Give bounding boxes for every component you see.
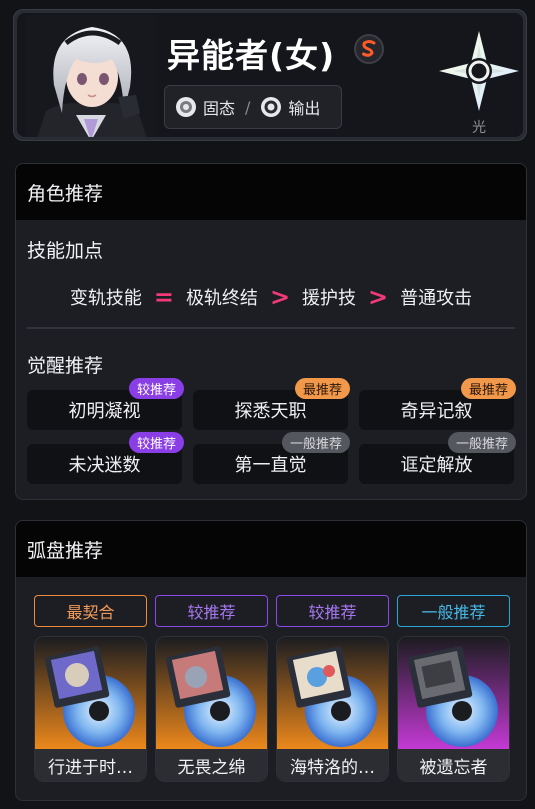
character-header-card: 异能者(女) 固态 / 输出 光 bbox=[13, 9, 527, 141]
disc-name: 海特洛的… bbox=[277, 749, 388, 781]
disc-tier-label: 较推荐 bbox=[155, 595, 268, 627]
character-portrait bbox=[26, 15, 156, 137]
disc-name: 被遗忘者 bbox=[398, 749, 509, 781]
disc-name: 行进于时… bbox=[35, 749, 146, 781]
tag-element-label: 固态 bbox=[203, 99, 236, 118]
skill-item: 极轨终结 bbox=[185, 288, 258, 309]
disc-recommendation-title: 弧盘推荐 bbox=[16, 521, 526, 577]
character-recommendation-panel: 角色推荐 技能加点 变轨技能 = 极轨终结 > 援护技 > 普通攻击 觉醒推荐 … bbox=[15, 163, 527, 500]
awakening-item-label: 初明凝视 bbox=[68, 401, 141, 422]
section-divider bbox=[27, 327, 515, 329]
disc-image bbox=[277, 637, 388, 751]
greater-operator: > bbox=[269, 283, 291, 311]
disc-tier-label: 较推荐 bbox=[276, 595, 389, 627]
recommend-badge: 一般推荐 bbox=[281, 432, 350, 453]
awakening-title: 觉醒推荐 bbox=[27, 355, 104, 377]
attribute-label: 光 bbox=[472, 120, 486, 136]
disc-recommendation-panel: 弧盘推荐 最契合 较推荐 较推荐 一般推荐 行进于时… 无畏之绵 海特洛的… 被… bbox=[15, 520, 527, 801]
attribute-block: 光 bbox=[437, 29, 521, 136]
equal-operator: = bbox=[153, 283, 174, 311]
awakening-item-label: 未决迷数 bbox=[68, 455, 141, 476]
disc-image bbox=[398, 637, 509, 751]
disc-card[interactable]: 被遗忘者 bbox=[397, 636, 510, 782]
disc-tier-label: 一般推荐 bbox=[397, 595, 510, 627]
recommend-badge: 较推荐 bbox=[128, 378, 184, 399]
skills-title: 技能加点 bbox=[27, 240, 104, 262]
recommend-badge: 最推荐 bbox=[460, 378, 516, 399]
disc-card[interactable]: 行进于时… bbox=[34, 636, 147, 782]
disc-image bbox=[35, 637, 146, 751]
awakening-item[interactable]: 未决迷数 较推荐 bbox=[27, 432, 184, 484]
recommend-badge: 一般推荐 bbox=[447, 432, 516, 453]
awakening-item[interactable]: 第一直觉 一般推荐 bbox=[193, 432, 350, 484]
s-rank-icon bbox=[354, 34, 384, 64]
gear-icon bbox=[176, 97, 196, 117]
awakening-item[interactable]: 诓定解放 一般推荐 bbox=[359, 432, 516, 484]
awakening-item[interactable]: 初明凝视 较推荐 bbox=[27, 378, 184, 430]
awakening-item-label: 第一直觉 bbox=[234, 455, 307, 476]
awakening-item-label: 探悉天职 bbox=[234, 401, 307, 422]
awakening-item[interactable]: 奇异记叙 最推荐 bbox=[359, 378, 516, 430]
ring-icon bbox=[261, 97, 282, 117]
tag-role: 输出 bbox=[260, 95, 320, 119]
greater-operator: > bbox=[368, 283, 389, 311]
character-recommendation-title: 角色推荐 bbox=[16, 164, 526, 220]
tag-role-label: 输出 bbox=[288, 99, 321, 118]
recommend-badge: 较推荐 bbox=[128, 432, 184, 453]
tag-separator: / bbox=[245, 97, 251, 117]
skill-priority-row: 变轨技能 = 极轨终结 > 援护技 > 普通攻击 bbox=[16, 282, 526, 312]
awakening-item-label: 奇异记叙 bbox=[400, 401, 473, 422]
star-compass-icon bbox=[439, 31, 519, 111]
disc-image bbox=[156, 637, 267, 751]
awakening-item-label: 诓定解放 bbox=[400, 455, 473, 476]
skill-item: 援护技 bbox=[302, 288, 357, 309]
skill-item: 变轨技能 bbox=[69, 288, 142, 309]
disc-name: 无畏之绵 bbox=[156, 749, 267, 781]
character-tags: 固态 / 输出 bbox=[164, 85, 342, 129]
disc-card[interactable]: 海特洛的… bbox=[276, 636, 389, 782]
awakening-item[interactable]: 探悉天职 最推荐 bbox=[193, 378, 350, 430]
disc-card[interactable]: 无畏之绵 bbox=[155, 636, 268, 782]
character-header-inner: 异能者(女) 固态 / 输出 光 bbox=[17, 13, 523, 137]
recommend-badge: 最推荐 bbox=[294, 378, 350, 399]
tag-element: 固态 bbox=[175, 95, 235, 119]
disc-tier-label: 最契合 bbox=[34, 595, 147, 627]
skill-item: 普通攻击 bbox=[400, 288, 473, 309]
character-name: 异能者(女) bbox=[167, 36, 336, 75]
